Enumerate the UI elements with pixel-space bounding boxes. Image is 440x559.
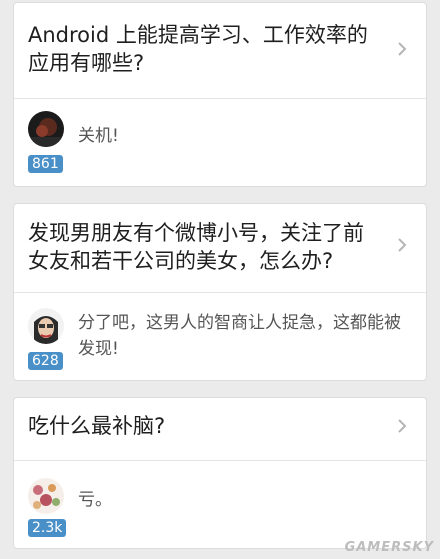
card-divider bbox=[14, 292, 426, 293]
answer-text[interactable]: 关机! bbox=[78, 123, 410, 149]
chevron-right-icon[interactable] bbox=[392, 39, 412, 59]
answer-text[interactable]: 亏。 bbox=[78, 487, 410, 513]
watermark: GAMERSKY bbox=[344, 540, 434, 555]
question-card-2[interactable]: 发现男朋友有个微博小号，关注了前女友和若干公司的美女，怎么办? 分了吧，这男人的… bbox=[13, 203, 427, 381]
question-title[interactable]: 发现男朋友有个微博小号，关注了前女友和若干公司的美女，怎么办? bbox=[28, 219, 384, 275]
vote-count-badge: 861 bbox=[28, 155, 63, 173]
question-title[interactable]: 吃什么最补脑? bbox=[28, 412, 384, 440]
question-title[interactable]: Android 上能提高学习、工作效率的应用有哪些? bbox=[28, 21, 384, 77]
chevron-right-icon[interactable] bbox=[392, 416, 412, 436]
vote-count-badge: 628 bbox=[28, 352, 63, 370]
vote-count-badge: 2.3k bbox=[28, 519, 67, 537]
answerer-avatar[interactable] bbox=[28, 308, 64, 344]
question-card-1[interactable]: Android 上能提高学习、工作效率的应用有哪些? 关机! 861 bbox=[13, 2, 427, 187]
answerer-avatar[interactable] bbox=[28, 478, 64, 514]
card-divider bbox=[14, 460, 426, 461]
question-card-3[interactable]: 吃什么最补脑? 亏。 2.3k bbox=[13, 397, 427, 549]
card-divider bbox=[14, 98, 426, 99]
chevron-right-icon[interactable] bbox=[392, 235, 412, 255]
answerer-avatar[interactable] bbox=[28, 111, 64, 147]
answer-text[interactable]: 分了吧，这男人的智商让人捉急，这都能被发现! bbox=[78, 310, 410, 362]
